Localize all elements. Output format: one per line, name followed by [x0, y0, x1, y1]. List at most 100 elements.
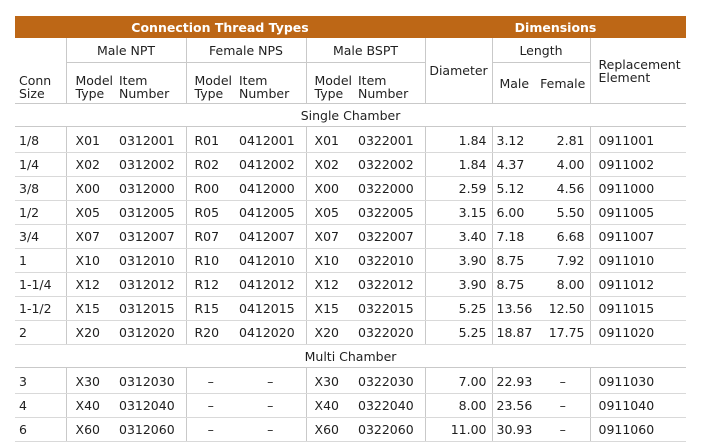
- bspt-item-number-cell: 0322007: [354, 224, 425, 249]
- diameter-cell: 3.90: [424, 248, 492, 273]
- npt-item-number-cell: 0312060: [115, 417, 186, 442]
- nps-model-type-cell: R12: [185, 272, 235, 297]
- nps-item-number-cell: 0412002: [235, 152, 306, 177]
- npt-model-type-cell: X12: [65, 272, 115, 297]
- table-row: 1 X10 0312010 R10 0412010 X10 0322010 3.90 8.75 7…: [15, 248, 687, 273]
- length-male-cell: 30.93: [491, 417, 536, 442]
- length-female-cell: 2.81: [536, 126, 590, 153]
- conn-size-header: Conn Size: [15, 38, 66, 104]
- bspt-item-number-header: Item Number: [354, 63, 425, 104]
- length-female-cell: 8.00: [536, 272, 590, 297]
- bspt-item-number-cell: 0322010: [354, 248, 425, 273]
- table-row: 1-1/2 X15 0312015 R15 0412015 X15 0322015 5.25 1…: [15, 296, 687, 321]
- length-female-cell: –: [536, 393, 590, 418]
- nps-item-number-cell: 0412020: [235, 320, 306, 345]
- conn-size-cell: 3/4: [15, 224, 66, 249]
- npt-item-number-cell: 0312012: [115, 272, 186, 297]
- spec-table-container: Connection Thread Types Dimensions Conn …: [15, 16, 687, 442]
- section-title: Single Chamber: [15, 103, 687, 127]
- section-rows: 1/8 X01 0312001 R01 0412001 X01 0322001 1.84 3.1…: [15, 126, 687, 345]
- nps-item-number-cell: –: [235, 393, 306, 418]
- bspt-number-label: Number: [358, 86, 409, 101]
- bspt-item-number-cell: 0322020: [354, 320, 425, 345]
- section-title-row: Multi Chamber: [15, 344, 687, 368]
- nps-item-number-cell: 0412007: [235, 224, 306, 249]
- npt-item-number-cell: 0312010: [115, 248, 186, 273]
- table-row: 1-1/4 X12 0312012 R12 0412012 X12 0322012 3.90 8…: [15, 272, 687, 297]
- replacement-element-cell: 0911005: [589, 200, 687, 225]
- conn-size-cell: 1/4: [15, 152, 66, 177]
- npt-model-type-cell: X10: [65, 248, 115, 273]
- group-header-row: Conn Size Male NPT Female NPS Male BSPT …: [15, 38, 687, 104]
- nps-model-type-cell: R00: [185, 176, 235, 201]
- nps-item-number-cell: 0412015: [235, 296, 306, 321]
- table-row: 6 X60 0312060– – X60 0322060 11.00 30.93–091106…: [15, 417, 687, 442]
- length-male-cell: 4.37: [491, 152, 536, 177]
- section-title: Multi Chamber: [15, 344, 687, 368]
- bspt-item-number-cell: 0322000: [354, 176, 425, 201]
- nps-model-type-cell: R07: [185, 224, 235, 249]
- npt-model-type-cell: X05: [65, 200, 115, 225]
- length-female-cell: 4.00: [536, 152, 590, 177]
- length-female-cell: 12.50: [536, 296, 590, 321]
- npt-model-type-cell: X07: [65, 224, 115, 249]
- replacement-line2: Element: [598, 69, 651, 85]
- replacement-element-cell: 0911007: [589, 224, 687, 249]
- nps-item-number-cell: –: [235, 367, 306, 394]
- bspt-model-type-cell: X30: [305, 367, 354, 394]
- npt-item-number-cell: 0312007: [115, 224, 186, 249]
- bspt-item-number-cell: 0322002: [354, 152, 425, 177]
- diameter-cell: 5.25: [424, 296, 492, 321]
- nps-type-label: Type: [194, 86, 224, 101]
- conn-size-cell: 1/2: [15, 200, 66, 225]
- diameter-cell: 3.40: [424, 224, 492, 249]
- section-title-row: Single Chamber: [15, 103, 687, 127]
- replacement-element-cell: 0911002: [589, 152, 687, 177]
- section-header: Single Chamber: [15, 103, 687, 127]
- replacement-element-cell: 0911020: [589, 320, 687, 345]
- length-male-cell: 18.87: [491, 320, 536, 345]
- conn-size-cell: 6: [15, 417, 66, 442]
- nps-item-number-cell: –: [235, 417, 306, 442]
- length-male-cell: 22.93: [491, 367, 536, 394]
- table-row: 2 X20 0312020 R20 0412020 X20 0322020 5.25 18.87…: [15, 320, 687, 345]
- conn-size-cell: 3/8: [15, 176, 66, 201]
- length-male-cell: 13.56: [491, 296, 536, 321]
- npt-model-type-cell: X30: [65, 367, 115, 394]
- npt-model-type-cell: X60: [65, 417, 115, 442]
- diameter-cell: 3.90: [424, 272, 492, 297]
- npt-number-label: Number: [119, 86, 170, 101]
- nps-item-number-cell: 0412000: [235, 176, 306, 201]
- bspt-model-type-cell: X15: [305, 296, 354, 321]
- npt-item-number-cell: 0312030: [115, 367, 186, 394]
- diameter-cell: 1.84: [424, 126, 492, 153]
- conn-size-cell: 1: [15, 248, 66, 273]
- bspt-item-number-cell: 0322012: [354, 272, 425, 297]
- length-female-header: Female: [540, 75, 586, 91]
- conn-size-cell: 1-1/4: [15, 272, 66, 297]
- replacement-element-header: Replacement Element: [589, 38, 687, 104]
- diameter-cell: 11.00: [424, 417, 492, 442]
- length-male-cell: 5.12: [491, 176, 536, 201]
- bspt-model-type-cell: X10: [305, 248, 354, 273]
- header-band: Connection Thread Types Dimensions: [15, 16, 687, 38]
- nps-model-type-cell: –: [185, 393, 235, 418]
- length-female-cell: –: [536, 417, 590, 442]
- bspt-model-type-cell: X00: [305, 176, 354, 201]
- npt-item-number-cell: 0312040: [115, 393, 186, 418]
- replacement-element-cell: 0911010: [589, 248, 687, 273]
- male-bspt-header: Male BSPT: [305, 38, 425, 63]
- npt-model-type-cell: X02: [65, 152, 115, 177]
- bspt-item-number-cell: 0322040: [354, 393, 425, 418]
- npt-item-number-cell: 0312020: [115, 320, 186, 345]
- conn-size-line2: Size: [19, 86, 45, 101]
- length-female-cell: 17.75: [536, 320, 590, 345]
- replacement-element-cell: 0911030: [589, 367, 687, 394]
- nps-model-type-cell: R10: [185, 248, 235, 273]
- npt-item-number-cell: 0312002: [115, 152, 186, 177]
- nps-number-label: Number: [239, 86, 290, 101]
- bspt-model-type-cell: X05: [305, 200, 354, 225]
- length-male-cell: 8.75: [491, 272, 536, 297]
- nps-model-type-cell: –: [185, 417, 235, 442]
- diameter-cell: 5.25: [424, 320, 492, 345]
